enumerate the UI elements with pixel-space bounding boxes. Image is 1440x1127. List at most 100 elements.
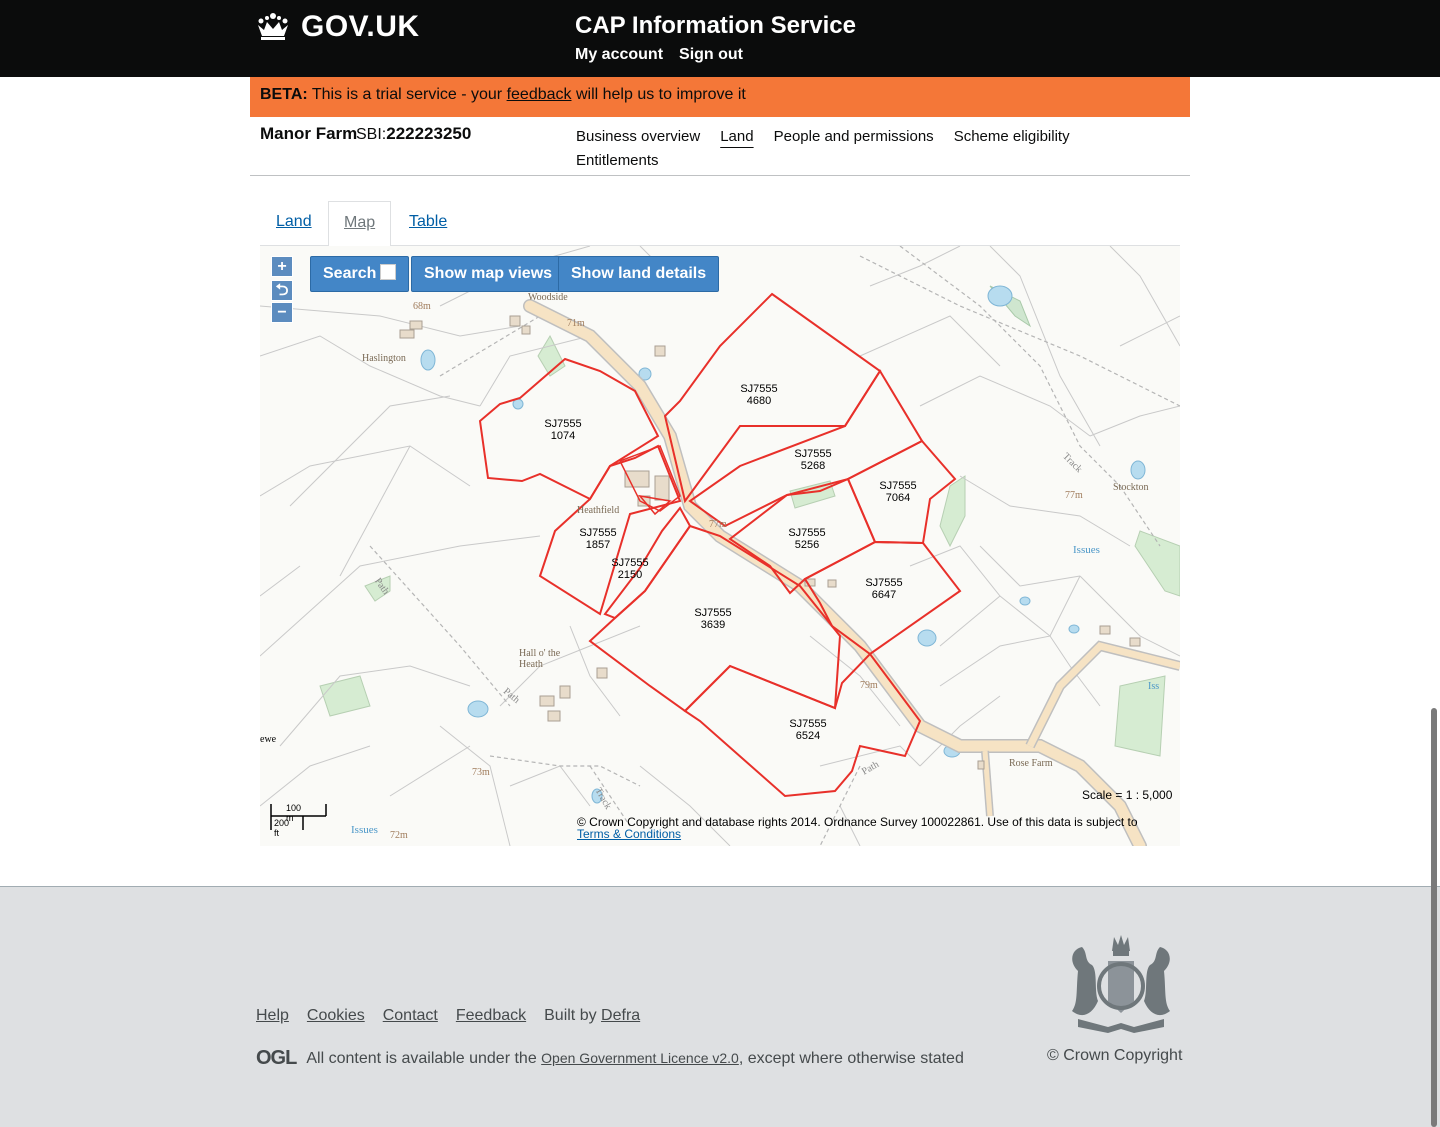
- parcel-id: 2150: [617, 569, 643, 581]
- parcel-id: 1074: [550, 430, 576, 442]
- map-canvas[interactable]: [260, 246, 1180, 846]
- parcel-label[interactable]: SJ7555 4680: [729, 383, 789, 407]
- parcel-sheet: SJ7555: [544, 418, 582, 430]
- parcel-sheet: SJ7555: [579, 527, 617, 539]
- parcel-label[interactable]: SJ7555 7064: [868, 480, 928, 504]
- beta-banner: BETA: This is a trial service - your fee…: [250, 77, 1190, 117]
- parcel-label[interactable]: SJ7555 1074: [533, 418, 593, 442]
- parcel-label[interactable]: SJ7555 1857: [568, 527, 628, 551]
- terms-conditions-link[interactable]: Terms & Conditions: [577, 828, 1138, 840]
- built-by: Built by Defra: [544, 1007, 640, 1025]
- place-label: Heathfield: [577, 505, 620, 516]
- zoom-in-button[interactable]: +: [271, 256, 293, 277]
- parcel-id: 6647: [871, 589, 897, 601]
- crown-copyright: © Crown Copyright: [1047, 1047, 1183, 1064]
- defra-link[interactable]: Defra: [601, 1007, 640, 1024]
- feedback-link[interactable]: feedback: [507, 86, 572, 103]
- beta-tag: BETA:: [260, 86, 308, 103]
- place-label: 79m: [860, 680, 878, 691]
- parcel-id: 5268: [800, 460, 826, 472]
- ogl-logo: OGL: [256, 1047, 297, 1069]
- parcel-id: 5256: [794, 539, 820, 551]
- place-label: 72m: [390, 830, 408, 841]
- govuk-logo[interactable]: GOV.UK: [255, 10, 420, 44]
- sbi-label: SBI:: [356, 126, 387, 143]
- beta-text: This is a trial service - your: [311, 86, 503, 103]
- beta-text-after: will help us to improve it: [575, 86, 746, 103]
- footer-feedback-link[interactable]: Feedback: [456, 1007, 526, 1025]
- site-footer: Help Cookies Contact Feedback Built by D…: [0, 886, 1440, 1127]
- tab-table[interactable]: Table: [409, 213, 447, 231]
- header-links: My account Sign out: [575, 46, 743, 64]
- nav-land[interactable]: Land: [720, 125, 753, 149]
- parcel-label[interactable]: SJ7555 6524: [778, 718, 838, 742]
- parcel-sheet: SJ7555: [788, 527, 826, 539]
- parcel-id: 4680: [746, 395, 772, 407]
- my-account-link[interactable]: My account: [575, 46, 663, 64]
- parcel-sheet: SJ7555: [794, 448, 832, 460]
- parcel-label[interactable]: SJ7555 5268: [783, 448, 843, 472]
- scalebar-feet: 200 ft: [274, 818, 290, 838]
- ogl-link[interactable]: Open Government Licence v2.0: [541, 1050, 739, 1066]
- parcel-label[interactable]: SJ7555 5256: [777, 527, 837, 551]
- nav-scheme-eligibility[interactable]: Scheme eligibility: [954, 125, 1070, 149]
- broken-image-icon: [380, 264, 397, 280]
- parcel-sheet: SJ7555: [611, 557, 649, 569]
- service-name[interactable]: CAP Information Service: [575, 12, 856, 40]
- parcel-sheet: SJ7555: [740, 383, 778, 395]
- nav-entitlements[interactable]: Entitlements: [576, 149, 659, 173]
- place-label: ewe: [260, 734, 277, 745]
- licence-text: All content is available under the: [306, 1049, 537, 1067]
- footer-help-link[interactable]: Help: [256, 1007, 289, 1025]
- tab-map[interactable]: Map: [328, 201, 392, 247]
- scale-label: Scale = 1 : 5,000: [1082, 788, 1173, 802]
- built-by-text: Built by: [544, 1007, 597, 1024]
- place-label: 71m: [567, 318, 585, 329]
- view-tabs: Land Map Table: [260, 201, 1180, 247]
- show-land-details-button[interactable]: Show land details: [558, 256, 720, 292]
- farm-header: Manor Farm SBI:222223250 Business overvi…: [250, 117, 1190, 176]
- nav-people-permissions[interactable]: People and permissions: [774, 125, 934, 149]
- place-label: Issues: [351, 824, 378, 836]
- nav-business-overview[interactable]: Business overview: [576, 125, 700, 149]
- licence-text-after: , except where otherwise stated: [738, 1049, 964, 1067]
- place-label: Iss: [1148, 681, 1160, 692]
- parcel-id: 1857: [585, 539, 611, 551]
- place-label: Haslington: [362, 353, 406, 364]
- place-label: Issues: [1073, 544, 1100, 556]
- place-label: Woodside: [528, 292, 568, 303]
- parcel-sheet: SJ7555: [789, 718, 827, 730]
- place-label: Rose Farm: [1009, 758, 1053, 769]
- parcel-label[interactable]: SJ7555 3639: [683, 607, 743, 631]
- sbi-value: 222223250: [386, 124, 472, 143]
- map-copyright: © Crown Copyright and database rights 20…: [577, 816, 1138, 840]
- land-map[interactable]: SJ7555 4680 SJ7555 1074 SJ7555 5268 SJ7555 7064…: [260, 246, 1180, 846]
- parcel-sheet: SJ7555: [879, 480, 917, 492]
- parcel-id: 7064: [885, 492, 911, 504]
- page-scrollbar[interactable]: [1431, 708, 1437, 1127]
- farm-name: Manor Farm: [260, 124, 358, 143]
- logo-text: GOV.UK: [301, 10, 420, 43]
- parcel-id: 6524: [795, 730, 821, 742]
- footer-contact-link[interactable]: Contact: [383, 1007, 438, 1025]
- place-label: 68m: [413, 301, 431, 312]
- zoom-out-button[interactable]: −: [271, 302, 293, 323]
- place-label: Hall o' the Heath: [519, 648, 561, 670]
- farm-nav: Business overview Land People and permissi…: [576, 125, 1136, 173]
- sbi-number: SBI:222223250: [356, 124, 471, 144]
- footer-cookies-link[interactable]: Cookies: [307, 1007, 365, 1025]
- tab-land[interactable]: Land: [276, 213, 312, 231]
- search-button-label: Search: [323, 265, 377, 282]
- crown-icon: [258, 13, 288, 40]
- licence: OGL All content is available under the O…: [256, 1047, 964, 1070]
- place-label: 77m: [709, 519, 727, 530]
- place-label: Stockton: [1113, 482, 1149, 493]
- parcel-label[interactable]: SJ7555 6647: [854, 577, 914, 601]
- reset-view-button[interactable]: ⮌: [271, 280, 293, 301]
- parcel-label[interactable]: SJ7555 2150: [600, 557, 660, 581]
- royal-coat-of-arms-icon: [1072, 935, 1170, 1033]
- sign-out-link[interactable]: Sign out: [679, 46, 743, 64]
- parcel-sheet: SJ7555: [865, 577, 903, 589]
- show-map-views-button[interactable]: Show map views: [411, 256, 566, 292]
- search-button[interactable]: Search: [310, 256, 410, 292]
